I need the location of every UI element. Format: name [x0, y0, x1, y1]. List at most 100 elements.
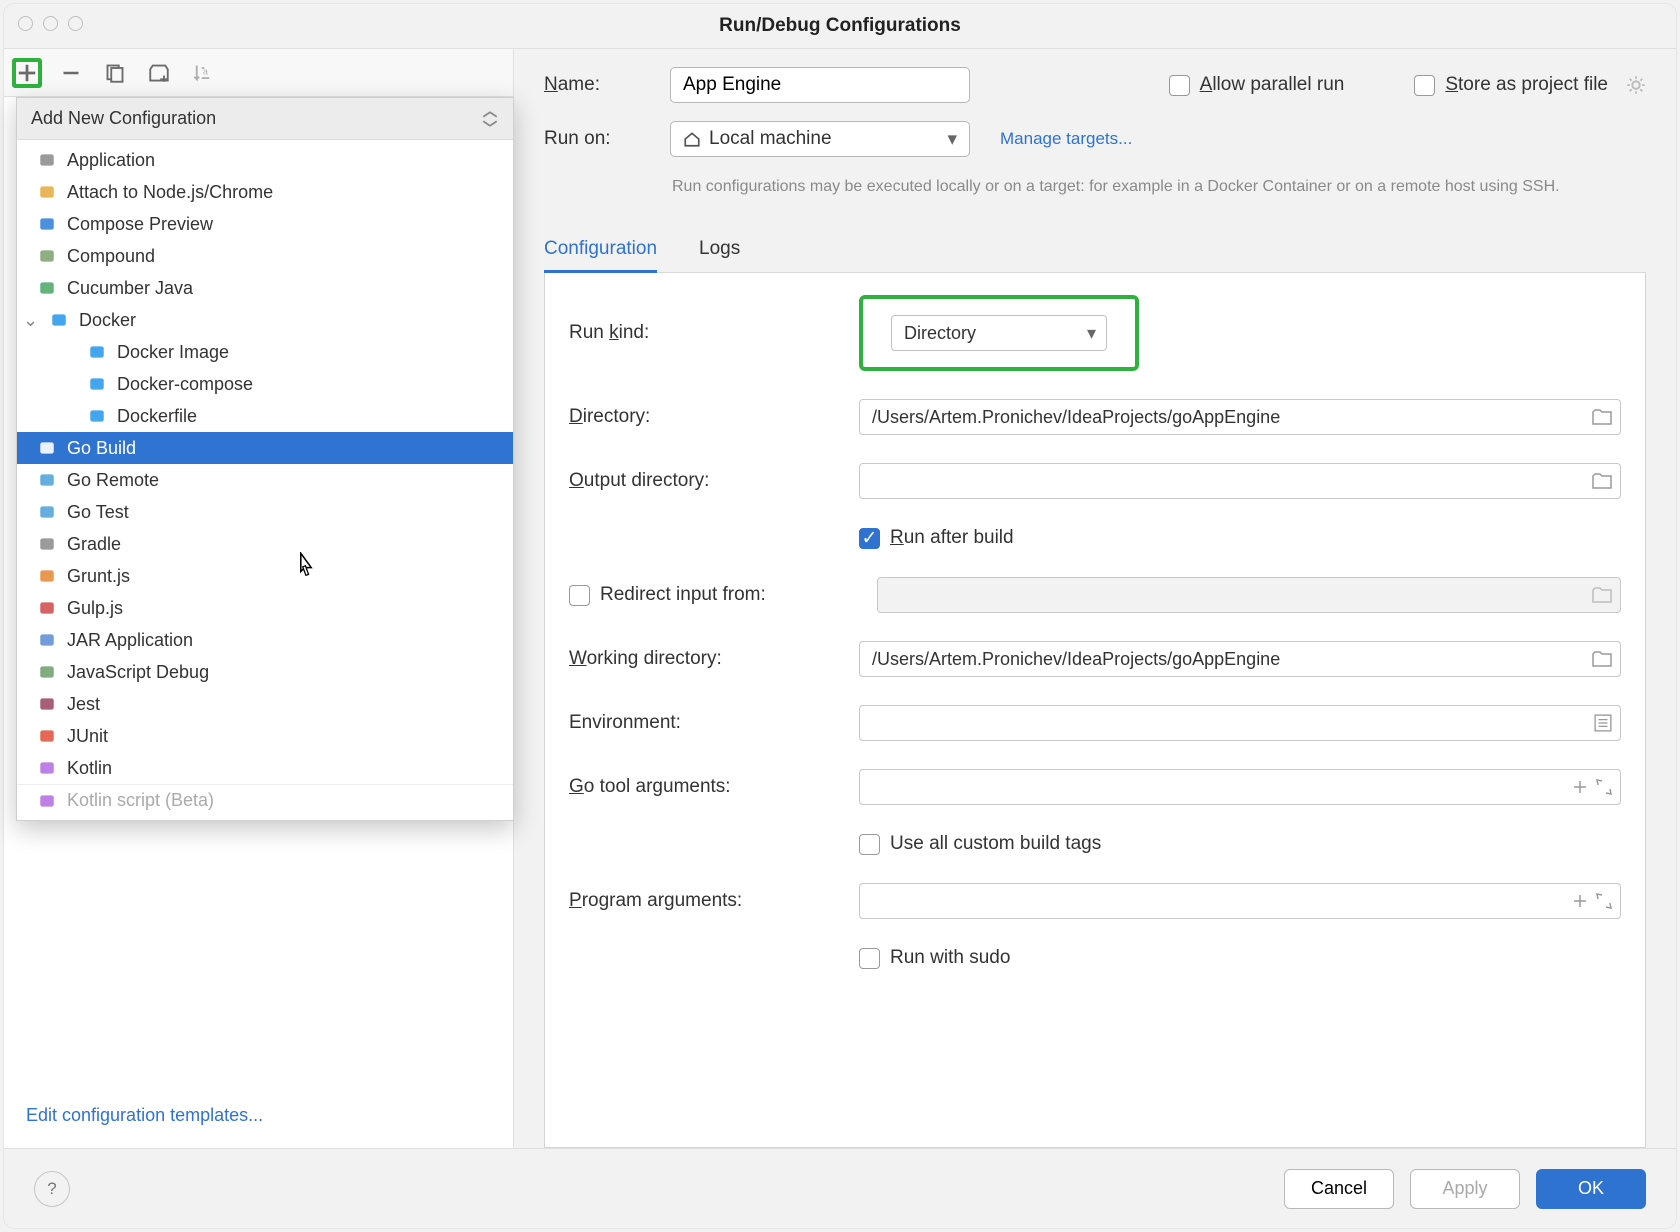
gear-icon[interactable] — [1626, 75, 1646, 95]
add-config-dropdown: Add New Configuration Application Attach… — [16, 97, 514, 821]
store-as-project-checkbox[interactable]: Store as project file — [1414, 74, 1608, 96]
config-type-item[interactable]: JUnit — [17, 720, 513, 752]
config-type-label: Attach to Node.js/Chrome — [67, 182, 273, 203]
config-type-icon — [37, 662, 57, 682]
run-on-hint: Run configurations may be executed local… — [672, 175, 1646, 198]
minimize-icon[interactable] — [43, 16, 58, 31]
config-type-icon — [37, 758, 57, 778]
tab-logs[interactable]: Logs — [699, 228, 740, 272]
config-type-tree[interactable]: Application Attach to Node.js/Chrome Com… — [17, 140, 513, 820]
config-type-item[interactable]: Docker Image — [17, 336, 513, 368]
tab-configuration[interactable]: Configuration — [544, 228, 657, 273]
remove-config-button[interactable] — [56, 58, 86, 88]
config-type-item[interactable]: Attach to Node.js/Chrome — [17, 176, 513, 208]
config-type-item[interactable]: Gulp.js — [17, 592, 513, 624]
config-type-icon — [37, 438, 57, 458]
config-type-label: Docker — [79, 310, 136, 331]
config-type-label: Docker Image — [117, 342, 229, 363]
config-type-item[interactable]: Application — [17, 144, 513, 176]
output-dir-label: Output directory: — [569, 470, 839, 492]
program-args-label: Program arguments: — [569, 890, 839, 912]
chevron-down-icon: ▾ — [1087, 323, 1096, 344]
config-type-item[interactable]: Jest — [17, 688, 513, 720]
go-tool-args-input[interactable] — [859, 769, 1621, 805]
config-type-label: JAR Application — [67, 630, 193, 651]
config-type-label: Cucumber Java — [67, 278, 193, 299]
expand-icon[interactable] — [1596, 779, 1612, 795]
config-editor: Name: Allow parallel run Store as projec… — [514, 49, 1676, 1148]
dialog-footer: ? Cancel Apply OK — [4, 1148, 1676, 1228]
go-tool-args-label: Go tool arguments: — [569, 776, 839, 798]
browse-icon[interactable] — [1592, 651, 1612, 667]
config-type-item[interactable]: JAR Application — [17, 624, 513, 656]
working-dir-input[interactable]: /Users/Artem.Pronichev/IdeaProjects/goAp… — [859, 641, 1621, 677]
use-custom-tags-checkbox[interactable]: Use all custom build tags — [859, 833, 1101, 855]
config-type-item[interactable]: Go Test — [17, 496, 513, 528]
config-type-icon — [37, 278, 57, 298]
directory-input[interactable]: /Users/Artem.Pronichev/IdeaProjects/goAp… — [859, 399, 1621, 435]
redirect-input-checkbox[interactable]: Redirect input from: — [569, 584, 857, 606]
config-type-item[interactable]: Dockerfile — [17, 400, 513, 432]
run-after-build-checkbox[interactable]: ✓ Run after build — [859, 527, 1014, 549]
config-type-label: JUnit — [67, 726, 108, 747]
config-type-item[interactable]: Go Build — [17, 432, 513, 464]
allow-parallel-checkbox[interactable]: Allow parallel run — [1169, 74, 1345, 96]
save-config-button[interactable] — [144, 58, 174, 88]
config-type-label: Go Build — [67, 438, 136, 459]
config-type-item[interactable]: Cucumber Java — [17, 272, 513, 304]
sidebar-toolbar: a — [4, 49, 513, 97]
expand-icon[interactable] — [1596, 893, 1612, 909]
list-icon[interactable] — [1594, 714, 1612, 732]
program-args-input[interactable] — [859, 883, 1621, 919]
config-type-item[interactable]: Kotlin script (Beta) — [17, 784, 513, 816]
manage-targets-link[interactable]: Manage targets... — [1000, 129, 1132, 149]
config-type-icon — [37, 566, 57, 586]
environment-input[interactable] — [859, 705, 1621, 741]
config-type-item[interactable]: JavaScript Debug — [17, 656, 513, 688]
config-type-icon — [37, 598, 57, 618]
config-type-item[interactable]: Compose Preview — [17, 208, 513, 240]
copy-config-button[interactable] — [100, 58, 130, 88]
ok-button[interactable]: OK — [1536, 1169, 1646, 1209]
config-type-icon — [37, 182, 57, 202]
config-type-label: Grunt.js — [67, 566, 130, 587]
name-input[interactable] — [670, 67, 970, 103]
run-kind-select[interactable]: Directory ▾ — [891, 315, 1107, 351]
collapse-icon[interactable] — [481, 110, 499, 128]
maximize-icon[interactable] — [68, 16, 83, 31]
config-type-item[interactable]: Gradle — [17, 528, 513, 560]
config-type-label: Go Remote — [67, 470, 159, 491]
config-type-label: Go Test — [67, 502, 129, 523]
chevron-down-icon: ⌄ — [23, 310, 39, 331]
browse-icon[interactable] — [1592, 473, 1612, 489]
config-type-item[interactable]: Docker-compose — [17, 368, 513, 400]
browse-icon[interactable] — [1592, 409, 1612, 425]
config-type-item[interactable]: Grunt.js — [17, 560, 513, 592]
config-type-item[interactable]: Go Remote — [17, 464, 513, 496]
config-type-item[interactable]: ⌄ Docker — [17, 304, 513, 336]
config-type-icon — [37, 214, 57, 234]
help-button[interactable]: ? — [34, 1171, 70, 1207]
title-bar: Run/Debug Configurations — [4, 4, 1676, 48]
edit-templates-link[interactable]: Edit configuration templates... — [26, 1105, 263, 1125]
config-form: Run kind: Directory ▾ Directory: /Users/… — [544, 273, 1646, 1148]
browse-icon — [1592, 587, 1612, 603]
add-config-button[interactable] — [12, 58, 42, 88]
add-icon[interactable] — [1572, 779, 1588, 795]
apply-button[interactable]: Apply — [1410, 1169, 1520, 1209]
run-on-select[interactable]: Local machine ▾ — [670, 121, 970, 157]
chevron-down-icon: ▾ — [947, 128, 957, 151]
config-type-label: Gradle — [67, 534, 121, 555]
config-type-label: Compose Preview — [67, 214, 213, 235]
run-sudo-checkbox[interactable]: Run with sudo — [859, 947, 1010, 969]
add-icon[interactable] — [1572, 893, 1588, 909]
dialog-title: Run/Debug Configurations — [719, 15, 961, 37]
sort-config-button[interactable]: a — [188, 58, 218, 88]
config-type-item[interactable]: Compound — [17, 240, 513, 272]
output-dir-input[interactable] — [859, 463, 1621, 499]
cancel-button[interactable]: Cancel — [1284, 1169, 1394, 1209]
config-type-item[interactable]: Kotlin — [17, 752, 513, 784]
close-icon[interactable] — [18, 16, 33, 31]
config-type-label: Kotlin — [67, 758, 112, 779]
config-type-label: Docker-compose — [117, 374, 253, 395]
